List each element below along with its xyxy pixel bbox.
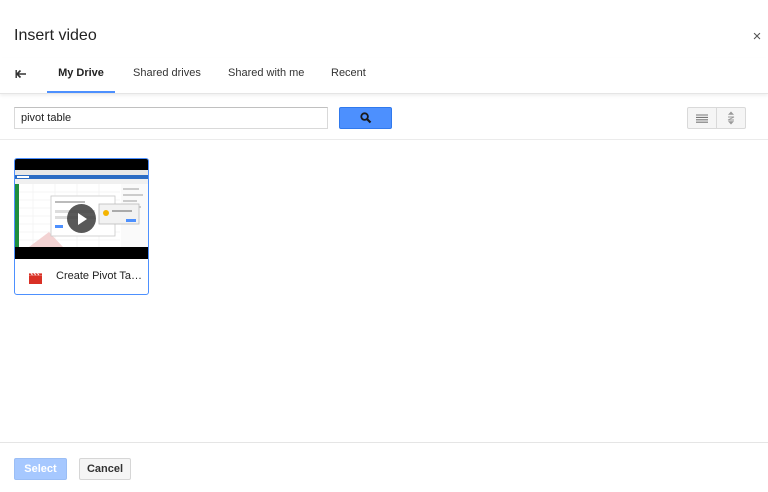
film-icon (29, 271, 42, 284)
search-icon (359, 112, 371, 124)
sort-icon (727, 111, 735, 125)
search-button[interactable] (339, 107, 392, 129)
back-arrow-icon[interactable] (14, 64, 28, 84)
tab-shared-drives[interactable]: Shared drives (133, 58, 201, 93)
dialog-footer: Select Cancel (0, 442, 768, 492)
search-bar (0, 95, 768, 140)
tab-recent[interactable]: Recent (331, 58, 366, 93)
video-thumbnail (15, 159, 148, 259)
list-view-button[interactable] (687, 107, 717, 129)
tab-bar: My Drive Shared drives Shared with me Re… (0, 58, 768, 94)
file-name: Create Pivot Table... (56, 270, 144, 282)
close-icon[interactable]: × (749, 28, 765, 45)
file-caption: Create Pivot Table... (15, 259, 148, 294)
sort-button[interactable] (716, 107, 746, 129)
spreadsheet-screenshot (15, 170, 148, 247)
video-file-card[interactable]: Create Pivot Table... (14, 158, 149, 295)
dialog-title: Insert video (14, 27, 97, 44)
select-button[interactable]: Select (14, 458, 67, 480)
tab-my-drive[interactable]: My Drive (47, 58, 115, 93)
search-input[interactable] (14, 107, 328, 129)
cancel-button[interactable]: Cancel (79, 458, 131, 480)
list-view-icon (696, 113, 708, 123)
tab-shared-with-me[interactable]: Shared with me (228, 58, 304, 93)
play-icon (67, 204, 96, 233)
